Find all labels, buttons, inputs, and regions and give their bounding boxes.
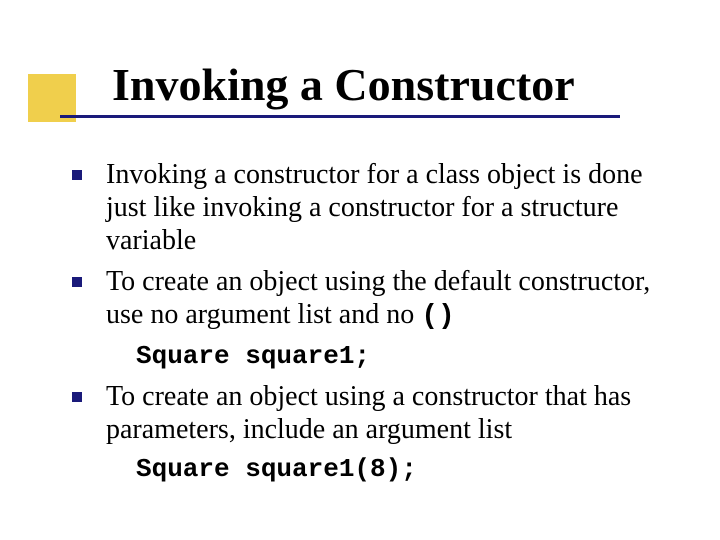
code-line: Square square1; — [136, 341, 672, 372]
bullet-item: To create an object using the default co… — [72, 265, 672, 333]
slide-title: Invoking a Constructor — [60, 60, 620, 111]
title-area: Invoking a Constructor — [60, 60, 620, 118]
bullet-item: To create an object using a constructor … — [72, 380, 672, 446]
bullet-text: To create an object using a constructor … — [106, 381, 631, 445]
bullet-text: Invoking a constructor for a class objec… — [106, 159, 643, 256]
code-line: Square square1(8); — [136, 454, 672, 485]
bullet-item: Invoking a constructor for a class objec… — [72, 158, 672, 257]
bullet-icon — [72, 277, 82, 287]
bullet-icon — [72, 392, 82, 402]
bullet-icon — [72, 170, 82, 180]
title-underline — [60, 115, 620, 118]
slide-body: Invoking a constructor for a class objec… — [72, 158, 672, 493]
inline-code: () — [421, 301, 455, 332]
slide: Invoking a Constructor Invoking a constr… — [0, 0, 720, 540]
bullet-text: To create an object using the default co… — [106, 266, 650, 330]
